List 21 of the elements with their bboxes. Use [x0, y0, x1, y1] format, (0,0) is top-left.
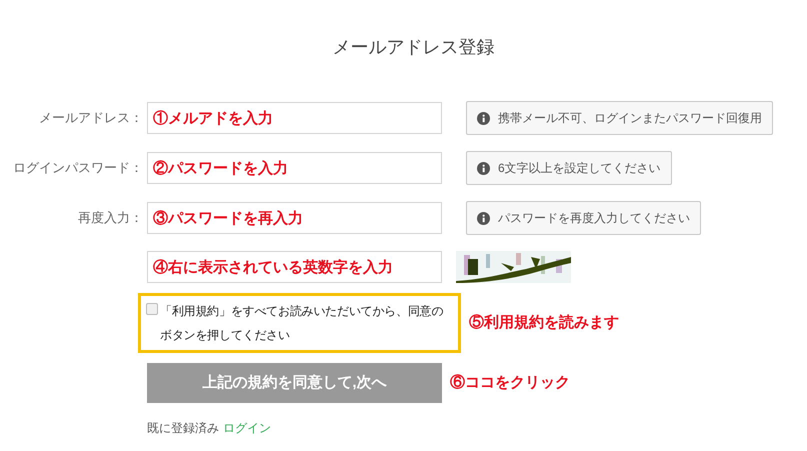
submit-button[interactable]: 上記の規約を同意して,次へ [147, 363, 442, 403]
info-icon [477, 212, 490, 224]
info-icon [477, 112, 490, 124]
login-link[interactable]: ログイン [223, 419, 271, 437]
field-label: ログインパスワード： [13, 159, 143, 178]
agreement-text: 「利用規約」をすべてお読みいただいてから、同意のボタンを押してください [160, 303, 444, 344]
field-label: メールアドレス： [39, 109, 143, 128]
annotation: ⑤利用規約を読みます [469, 312, 619, 333]
input-field[interactable]: ①メルアドを入力 [147, 102, 442, 134]
field-label: 再度入力： [78, 209, 143, 228]
hint-text: 6文字以上を設定してください [498, 160, 661, 177]
hint-text: 携帯メール不可、ログインまたパスワード回復用 [498, 110, 762, 127]
info-icon [477, 162, 490, 174]
page-title: メールアドレス登録 [332, 36, 494, 59]
footer-text: 既に登録済み [147, 420, 219, 437]
input-field[interactable]: ④右に表示されている英数字を入力 [147, 251, 442, 283]
input-field[interactable]: ②パスワードを入力 [147, 152, 442, 184]
input-field[interactable]: ③パスワードを再入力 [147, 202, 442, 234]
hint-text: パスワードを再度入力してください [498, 210, 690, 227]
annotation: ⑥ココをクリック [450, 372, 570, 393]
checkbox[interactable] [146, 303, 158, 315]
